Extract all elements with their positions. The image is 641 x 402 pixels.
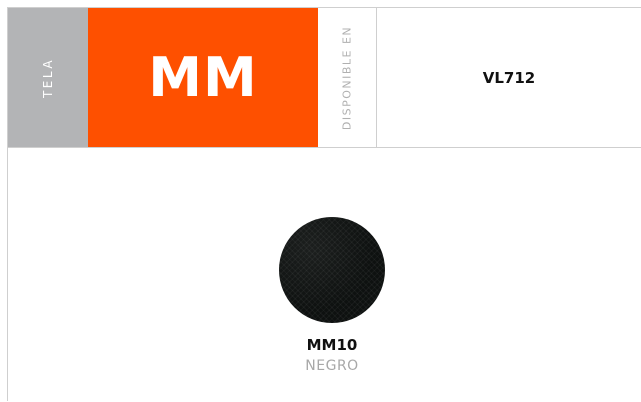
swatch-area: MM10 NEGRO (8, 148, 641, 402)
model-code: VL712 (482, 68, 536, 87)
fabric-swatch[interactable] (279, 217, 385, 323)
swatch-code: MM10 (306, 336, 358, 354)
fabric-card: TELA MM DISPONIBLE EN VL712 MM10 NEGRO (7, 7, 641, 401)
category-tab: TELA (8, 8, 88, 147)
category-label: TELA (41, 57, 55, 98)
fabric-code-block: MM (88, 8, 318, 147)
available-label: DISPONIBLE EN (340, 25, 354, 130)
availability-tab: DISPONIBLE EN (318, 8, 377, 147)
fabric-code: MM (148, 46, 258, 109)
card-header: TELA MM DISPONIBLE EN VL712 (8, 8, 641, 148)
swatch-color-name: NEGRO (305, 358, 359, 374)
